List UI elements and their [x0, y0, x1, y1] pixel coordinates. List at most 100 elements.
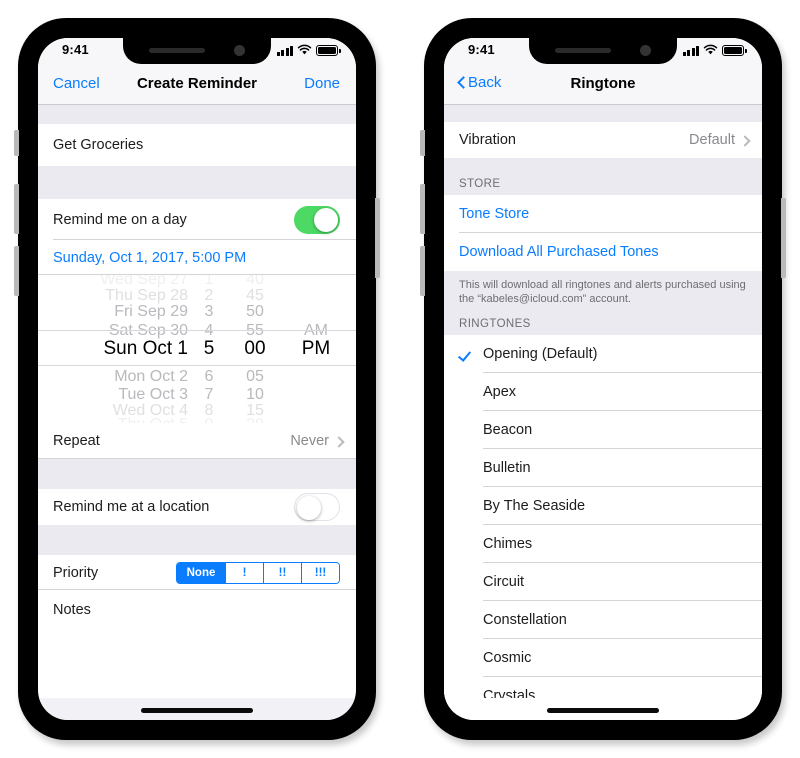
home-indicator-area — [38, 698, 356, 720]
date-value-row[interactable]: Sunday, Oct 1, 2017, 5:00 PM — [38, 240, 356, 275]
priority-option-med[interactable]: !! — [263, 562, 301, 583]
priority-label: Priority — [53, 564, 99, 581]
picker-hour: 6 — [204, 368, 214, 385]
picker-minute: 05 — [246, 368, 264, 385]
speaker-grille-icon — [555, 48, 611, 53]
picker-day: Fri Sep 29 — [114, 303, 188, 320]
tone-store-label: Tone Store — [459, 206, 530, 222]
nav-bar-ringtone: Back Ringtone — [444, 64, 762, 105]
ringtone-content: Vibration Default STORE Tone Store Downl… — [444, 105, 762, 715]
group-spacer — [38, 166, 356, 199]
ringtone-row-bulletin[interactable]: Bulletin — [444, 449, 762, 487]
picker-day: Mon Oct 2 — [114, 368, 188, 385]
cellular-bars-icon — [682, 45, 699, 56]
screenshot-root: 9:41 Cancel Create Reminder Done Get Gro… — [0, 0, 800, 758]
mute-switch-button[interactable] — [420, 130, 425, 156]
picker-hour: 9 — [188, 416, 230, 423]
title-field-row[interactable]: Get Groceries — [38, 124, 356, 166]
picker-day: Thu Oct 5 — [38, 416, 188, 423]
picker-hour: 3 — [204, 303, 214, 320]
remind-on-day-row[interactable]: Remind me on a day — [38, 199, 356, 240]
priority-option-high[interactable]: !!! — [301, 562, 339, 583]
priority-option-low[interactable]: ! — [225, 562, 263, 583]
checkmark-icon — [459, 345, 477, 363]
volume-up-button[interactable] — [420, 184, 425, 234]
group-spacer — [38, 459, 356, 489]
screen-create-reminder: 9:41 Cancel Create Reminder Done Get Gro… — [38, 38, 356, 720]
picker-minute: 50 — [246, 303, 264, 320]
ringtone-label: Chimes — [483, 536, 533, 552]
ringtone-row-by-the-seaside[interactable]: By The Seaside — [444, 487, 762, 525]
ringtone-row-cosmic[interactable]: Cosmic — [444, 639, 762, 677]
download-all-purchased-tones-label: Download All Purchased Tones — [459, 244, 659, 260]
group-spacer — [38, 525, 356, 555]
home-indicator-area — [444, 698, 762, 720]
mute-switch-button[interactable] — [14, 130, 19, 156]
priority-segmented-control[interactable]: None ! !! !!! — [176, 561, 340, 584]
repeat-value: Never — [290, 433, 329, 449]
reminder-title-input[interactable]: Get Groceries — [53, 137, 143, 153]
ringtone-label: Opening (Default) — [483, 346, 598, 362]
power-button[interactable] — [375, 198, 380, 278]
date-time-picker[interactable]: Wed Sep 27 1 40 Thu Sep 28 2 45 Fri Sep … — [38, 275, 356, 423]
picker-selection-bottom-line — [38, 365, 356, 366]
download-all-purchased-tones-row[interactable]: Download All Purchased Tones — [444, 233, 762, 271]
ringtone-row-constellation[interactable]: Constellation — [444, 601, 762, 639]
front-camera-icon — [640, 45, 651, 56]
page-title: Ringtone — [570, 75, 636, 92]
phone-ringtone: 9:41 Back Ringtone Vibration Default STO… — [420, 18, 786, 740]
remind-at-location-toggle[interactable] — [294, 493, 340, 521]
ringtone-label: Apex — [483, 384, 517, 400]
done-button[interactable]: Done — [304, 75, 340, 92]
picker-row[interactable]: Mon Oct 2 6 05 — [38, 368, 356, 386]
selected-date-value[interactable]: Sunday, Oct 1, 2017, 5:00 PM — [53, 250, 246, 266]
notes-input[interactable]: Notes — [53, 602, 91, 618]
ringtone-row-opening[interactable]: Opening (Default) — [444, 335, 762, 373]
group-spacer — [444, 105, 762, 122]
power-button[interactable] — [781, 198, 786, 278]
ringtone-row-beacon[interactable]: Beacon — [444, 411, 762, 449]
vibration-value: Default — [689, 132, 735, 148]
group-spacer — [38, 105, 356, 124]
vibration-label: Vibration — [459, 132, 516, 148]
speaker-grille-icon — [149, 48, 205, 53]
screen-ringtone: 9:41 Back Ringtone Vibration Default STO… — [444, 38, 762, 720]
chevron-right-icon — [741, 134, 749, 147]
chevron-right-icon — [335, 435, 343, 448]
volume-down-button[interactable] — [420, 246, 425, 296]
repeat-row[interactable]: Repeat Never — [38, 423, 356, 459]
home-indicator[interactable] — [141, 708, 253, 713]
ringtone-label: Bulletin — [483, 460, 531, 476]
wifi-icon — [297, 44, 312, 55]
battery-full-icon — [722, 45, 747, 56]
repeat-label: Repeat — [53, 433, 100, 449]
picker-row[interactable]: Fri Sep 29 3 50 — [38, 303, 356, 321]
picker-row-selected[interactable]: Sun Oct 1 5 00 PM — [38, 338, 356, 360]
remind-on-day-toggle[interactable] — [294, 205, 340, 234]
status-icons — [682, 44, 747, 56]
picker-row[interactable]: Thu Oct 5 9 20 — [38, 416, 356, 423]
ringtone-row-apex[interactable]: Apex — [444, 373, 762, 411]
ringtone-row-chimes[interactable]: Chimes — [444, 525, 762, 563]
ringtone-label: Circuit — [483, 574, 525, 590]
ringtone-label: By The Seaside — [483, 498, 586, 514]
priority-option-none[interactable]: None — [177, 562, 225, 583]
store-section-header: STORE — [444, 158, 762, 195]
remind-at-location-row[interactable]: Remind me at a location — [38, 489, 356, 525]
volume-up-button[interactable] — [14, 184, 19, 234]
priority-row[interactable]: Priority None ! !! !!! — [38, 555, 356, 590]
notes-row[interactable]: Notes — [38, 590, 356, 630]
store-section-footer: This will download all ringtones and ale… — [444, 271, 762, 313]
picker-ampm-selected: PM — [301, 338, 331, 359]
home-indicator[interactable] — [547, 708, 659, 713]
remind-on-day-label: Remind me on a day — [53, 211, 187, 228]
phone-create-reminder: 9:41 Cancel Create Reminder Done Get Gro… — [14, 18, 380, 740]
nav-bar-create-reminder: Cancel Create Reminder Done — [38, 64, 356, 105]
ringtone-label: Beacon — [483, 422, 533, 438]
notch — [123, 38, 271, 64]
vibration-row[interactable]: Vibration Default — [444, 122, 762, 158]
ringtone-row-circuit[interactable]: Circuit — [444, 563, 762, 601]
volume-down-button[interactable] — [14, 246, 19, 296]
separator — [38, 458, 356, 459]
tone-store-row[interactable]: Tone Store — [444, 195, 762, 233]
